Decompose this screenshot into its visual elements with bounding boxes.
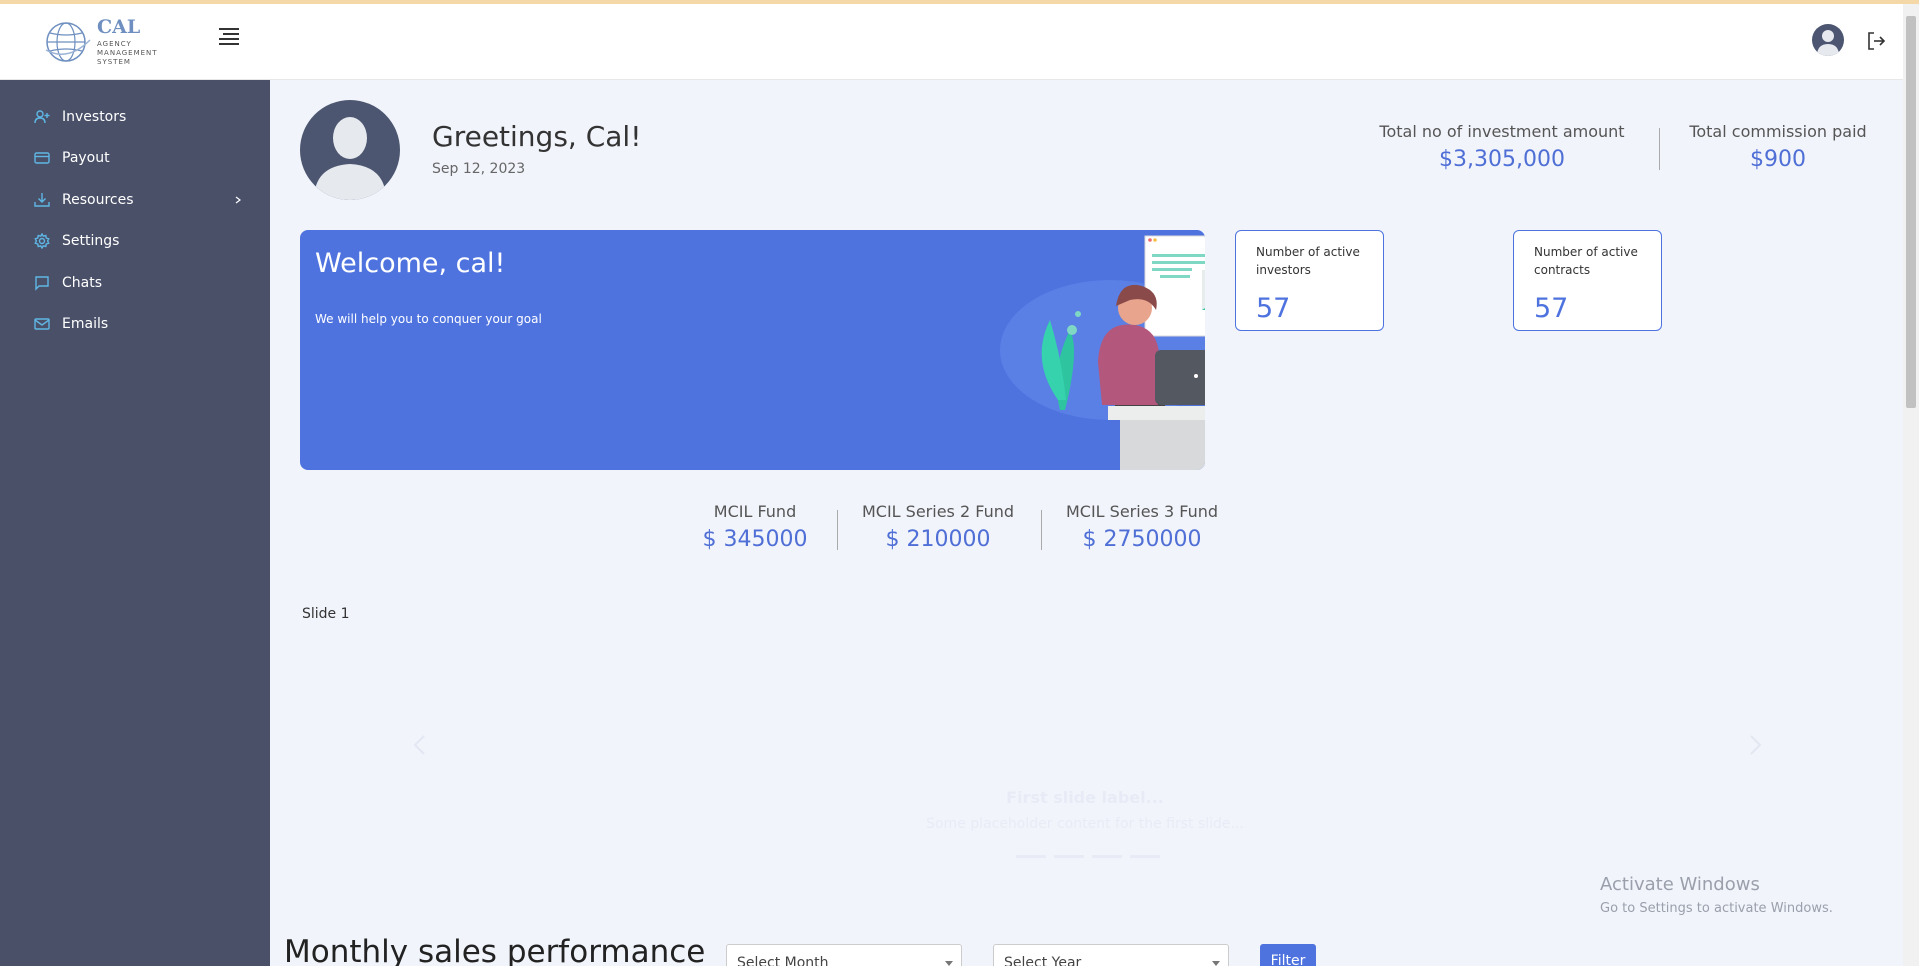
menu-toggle-icon[interactable] — [219, 28, 239, 45]
fund-value: $ 210000 — [885, 527, 991, 552]
fund-label: MCIL Series 3 Fund — [1065, 502, 1218, 521]
current-date: Sep 12, 2023 — [432, 161, 526, 177]
divider — [1659, 128, 1660, 170]
filter-button[interactable]: Filter — [1260, 944, 1316, 966]
broken-slide-image: Slide 1 — [300, 606, 350, 622]
activate-windows-text: Go to Settings to activate Windows. — [1600, 901, 1833, 916]
sidebar-item-chats[interactable]: Chats — [0, 262, 270, 304]
total-commission-label: Total commission paid — [1689, 122, 1867, 141]
sidebar-item-settings[interactable]: Settings — [0, 221, 270, 263]
credit-card-icon — [34, 152, 50, 164]
total-investment-stat: Total no of investment amount $3,305,000 — [1370, 122, 1634, 172]
active-contracts-value: 57 — [1534, 293, 1569, 324]
activate-windows-watermark: Activate Windows Go to Settings to activ… — [1600, 874, 1833, 916]
sidebar-item-label: Emails — [62, 316, 109, 333]
sidebar-item-label: Settings — [62, 233, 120, 250]
sidebar-item-label: Payout — [62, 150, 110, 167]
total-commission-value: $900 — [1750, 147, 1806, 172]
carousel-prev-icon[interactable] — [410, 733, 430, 757]
carousel-indicator[interactable] — [1016, 855, 1046, 858]
activate-windows-title: Activate Windows — [1600, 874, 1760, 895]
select-year-text: Select Year — [1004, 955, 1082, 966]
sidebar-item-label: Investors — [62, 108, 127, 125]
person-silhouette-icon — [1817, 30, 1839, 56]
active-contracts-card: Number of active contracts 57 — [1513, 230, 1662, 331]
caret-down-icon — [1212, 961, 1220, 966]
welcome-card: Welcome, cal! We will help you to conque… — [300, 230, 1205, 470]
select-month-dropdown[interactable]: Select Month — [726, 944, 962, 966]
chat-bubble-icon — [35, 276, 49, 291]
woman-at-laptop-illustration — [1000, 235, 1205, 470]
globe-logo-icon — [45, 22, 91, 62]
sidebar-nav: Investors Payout Resources Settings Chat… — [0, 96, 270, 345]
logo-area: CAL AGENCY MANAGEMENT SYSTEM — [0, 4, 270, 80]
total-commission-stat: Total commission paid $900 — [1676, 122, 1880, 172]
greeting-title: Greetings, Cal! — [432, 120, 642, 153]
fund-value: $ 345000 — [702, 527, 808, 552]
logo-subtitle: AGENCY MANAGEMENT SYSTEM — [97, 40, 158, 66]
active-contracts-label: Number of active contracts — [1534, 245, 1638, 277]
gear-icon — [34, 233, 50, 250]
slide-image-alt: Slide 1 — [302, 606, 350, 622]
carousel-caption-text: Some placeholder content for the first s… — [926, 816, 1244, 832]
broken-image-icon — [300, 607, 301, 621]
fund-value: $ 2750000 — [1082, 527, 1202, 552]
total-investment-label: Total no of investment amount — [1379, 122, 1625, 141]
welcome-title: Welcome, cal! — [315, 248, 506, 279]
user-plus-icon — [34, 110, 50, 123]
active-investors-value: 57 — [1256, 293, 1291, 324]
carousel-next-icon[interactable] — [1745, 733, 1765, 757]
active-investors-card: Number of active investors 57 — [1235, 230, 1384, 331]
sidebar-item-resources[interactable]: Resources — [0, 179, 270, 221]
divider — [837, 510, 838, 550]
fund-mcil-series-2: MCIL Series 2 Fund $ 210000 — [852, 502, 1024, 552]
scrollbar-thumb[interactable] — [1906, 16, 1916, 408]
user-avatar[interactable] — [1812, 24, 1844, 56]
caret-down-icon — [945, 961, 953, 966]
carousel-indicators — [1016, 855, 1168, 858]
fund-label: MCIL Series 2 Fund — [861, 502, 1014, 521]
envelope-icon — [34, 318, 50, 330]
fund-mcil-series-3: MCIL Series 3 Fund $ 2750000 — [1056, 502, 1228, 552]
monthly-sales-title: Monthly sales performance — [284, 934, 706, 966]
person-silhouette-icon — [314, 117, 386, 200]
carousel-indicator[interactable] — [1054, 855, 1084, 858]
sidebar-item-emails[interactable]: Emails — [0, 304, 270, 346]
page-scrollbar[interactable] — [1903, 4, 1919, 966]
carousel-indicator[interactable] — [1092, 855, 1122, 858]
active-investors-label: Number of active investors — [1256, 245, 1360, 277]
profile-avatar — [300, 100, 400, 200]
download-icon — [34, 192, 50, 207]
logout-icon[interactable] — [1865, 30, 1887, 52]
fund-label: MCIL Fund — [713, 502, 797, 521]
carousel-indicator[interactable] — [1130, 855, 1160, 858]
sidebar: CAL AGENCY MANAGEMENT SYSTEM Investors P… — [0, 4, 270, 966]
select-year-dropdown[interactable]: Select Year — [993, 944, 1229, 966]
carousel-caption-title: First slide label... — [1006, 788, 1164, 807]
total-investment-value: $3,305,000 — [1439, 147, 1565, 172]
sidebar-item-payout[interactable]: Payout — [0, 138, 270, 180]
welcome-text: We will help you to conquer your goal — [315, 312, 542, 326]
divider — [1041, 510, 1042, 550]
select-month-text: Select Month — [737, 955, 829, 966]
sidebar-item-investors[interactable]: Investors — [0, 96, 270, 138]
logo-title: CAL — [97, 16, 141, 38]
sidebar-item-label: Chats — [62, 274, 103, 291]
fund-mcil: MCIL Fund $ 345000 — [690, 502, 820, 552]
chevron-right-icon — [235, 196, 241, 204]
top-header — [270, 4, 1903, 80]
sidebar-item-label: Resources — [62, 191, 134, 208]
